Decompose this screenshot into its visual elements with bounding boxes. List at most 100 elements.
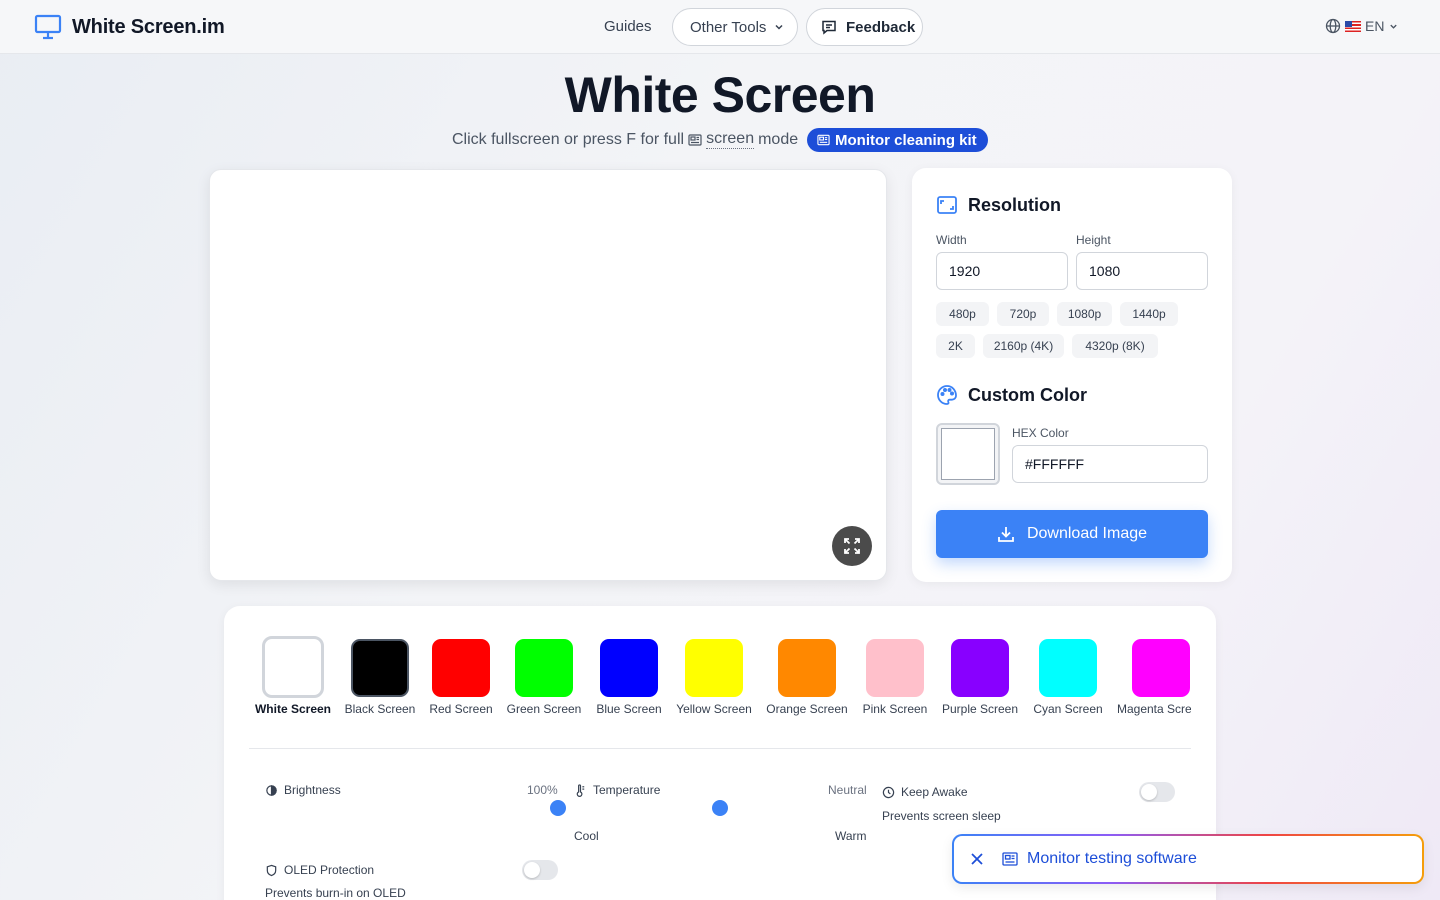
page-subtitle: Click fullscreen or press F for full scr… [452,130,798,149]
monitor-cleaning-kit-badge[interactable]: Monitor cleaning kit [807,128,988,152]
temperature-warm-label: Warm [835,829,867,843]
fullscreen-button[interactable] [832,526,872,566]
color-swatch [685,639,743,697]
color-swatch [1132,639,1190,697]
temperature-text: Temperature [593,783,661,797]
color-preset-label: Orange Screen [766,702,848,716]
logo-text: White Screen.im [72,15,225,38]
thermometer-icon [576,783,585,797]
color-swatch [432,639,490,697]
badge-label: Monitor cleaning kit [835,131,977,149]
newspaper-icon [817,134,830,146]
expand-icon [844,538,860,554]
oled-protection-toggle[interactable] [522,860,558,880]
custom-color-title: Custom Color [968,384,1087,405]
subtitle-prefix: Click fullscreen or press F for full [452,130,685,148]
brightness-text: Brightness [284,783,341,797]
preset-1080p[interactable]: 1080p [1057,302,1112,326]
language-code: EN [1365,18,1385,34]
color-swatch [351,639,409,697]
color-preset-label: Magenta Screen [1116,702,1191,716]
logo[interactable]: White Screen.im [34,14,225,40]
height-input[interactable] [1076,252,1208,290]
close-icon[interactable] [970,852,984,866]
preset-4k[interactable]: 2160p (4K) [983,334,1064,358]
color-swatch [600,639,658,697]
preset-480p[interactable]: 480p [936,302,989,326]
monitor-icon [34,14,62,40]
width-label: Width [936,233,967,247]
preset-720p[interactable]: 720p [997,302,1049,326]
download-icon [998,527,1014,542]
color-preset-label: Blue Screen [596,702,662,716]
color-picker-fill [941,428,995,480]
preset-8k[interactable]: 4320p (8K) [1072,334,1158,358]
newspaper-icon [688,133,702,146]
hex-input[interactable] [1012,445,1208,483]
color-swatch [515,639,573,697]
custom-color-heading: Custom Color [936,384,1087,406]
page-title: White Screen [564,67,876,123]
toast-text: Monitor testing software [1027,850,1197,867]
nav-guides-link[interactable]: Guides [604,18,652,35]
resolution-icon [937,196,957,214]
color-preset-label: Pink Screen [862,702,928,716]
color-preset-label: Yellow Screen [676,702,752,716]
feedback-label: Feedback [846,18,916,36]
clock-icon [882,786,895,798]
color-preset-label: Cyan Screen [1033,702,1103,716]
preset-1440p[interactable]: 1440p [1120,302,1178,326]
resolution-heading: Resolution [936,194,1061,216]
color-swatch [866,639,924,697]
resolution-title: Resolution [968,194,1061,215]
shield-icon [266,864,277,876]
temperature-label: Temperature [574,783,660,797]
color-swatch [951,639,1009,697]
globe-icon [1325,18,1341,34]
keep-awake-label: Keep Awake [882,785,968,799]
keep-awake-text: Keep Awake [901,785,968,799]
divider [249,748,1191,749]
color-preview[interactable] [209,169,887,581]
feedback-button[interactable]: Feedback [806,8,923,46]
keep-awake-toggle[interactable] [1139,782,1175,802]
other-tools-label: Other Tools [690,18,767,36]
subtitle-link[interactable]: screen [706,130,755,149]
header: White Screen.im Guides Other Tools Feedb… [0,0,1440,54]
brightness-value: 100% [527,783,558,797]
settings-panel: Resolution Width Height 480p 720p 1080p … [912,168,1232,582]
color-picker-swatch[interactable] [936,423,1000,485]
color-swatch [1039,639,1097,697]
promo-toast[interactable]: Monitor testing software [952,834,1424,884]
oled-protection-text: OLED Protection [284,863,375,877]
preset-2k[interactable]: 2K [936,334,975,358]
language-selector[interactable]: EN [1325,18,1402,34]
chevron-down-icon [775,24,783,30]
hex-label: HEX Color [1012,426,1069,440]
height-label: Height [1076,233,1111,247]
brightness-slider-thumb[interactable] [550,800,566,816]
temperature-slider-thumb[interactable] [712,800,728,816]
color-preset-label: Black Screen [344,702,416,716]
oled-protection-description: Prevents burn-in on OLED [265,886,406,900]
palette-icon [937,385,957,405]
sun-icon [266,784,277,796]
color-preset-label: White Screen [254,702,332,716]
temperature-cool-label: Cool [574,829,599,843]
us-flag-icon [1345,20,1361,32]
download-image-button[interactable]: Download Image [936,510,1208,558]
brightness-label: Brightness [265,783,341,797]
color-swatch [778,639,836,697]
color-preset-label: Purple Screen [941,702,1019,716]
width-input[interactable] [936,252,1068,290]
oled-protection-label: OLED Protection [265,863,374,877]
keep-awake-description: Prevents screen sleep [882,809,1001,823]
color-preset-label: Green Screen [506,702,582,716]
other-tools-dropdown[interactable]: Other Tools [672,8,798,46]
color-swatch [262,636,324,698]
temperature-value: Neutral [828,783,867,797]
message-icon [822,20,836,35]
chevron-down-icon [1390,24,1398,29]
color-preset-label: Red Screen [429,702,493,716]
subtitle-suffix: mode [758,130,799,148]
